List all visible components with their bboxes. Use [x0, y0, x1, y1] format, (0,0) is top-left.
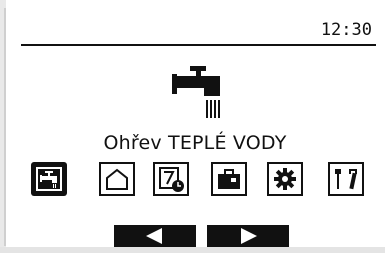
menu-item-settings[interactable]: [267, 162, 303, 196]
gear-icon: [267, 162, 303, 196]
arrow-right-icon: [241, 228, 257, 244]
device-frame: 12:30 Ohřev TEPLÉ VODY: [0, 0, 385, 253]
menu-item-service[interactable]: [328, 162, 364, 196]
house-icon: [99, 162, 135, 196]
calendar-clock-icon: [153, 162, 189, 196]
faucet-icon: [31, 162, 67, 196]
lcd-screen: 12:30 Ohřev TEPLÉ VODY: [10, 12, 380, 247]
status-divider: [21, 44, 376, 46]
arrow-left-icon: [146, 228, 162, 244]
suitcase-icon: [211, 162, 247, 196]
menu-item-schedule[interactable]: [153, 162, 189, 196]
clock: 12:30: [320, 20, 372, 40]
bezel-left: [0, 0, 6, 253]
nav-right-button[interactable]: [207, 225, 289, 247]
menu-item-holiday[interactable]: [211, 162, 247, 196]
menu-item-hot-water[interactable]: [31, 162, 67, 196]
page-title: Ohřev TEPLÉ VODY: [103, 132, 287, 154]
hot-water-faucet-icon: [170, 64, 230, 126]
nav-left-button[interactable]: [114, 225, 196, 247]
bezel-bottom: [0, 247, 385, 253]
menu-item-home[interactable]: [99, 162, 135, 196]
tools-icon: [328, 162, 364, 196]
